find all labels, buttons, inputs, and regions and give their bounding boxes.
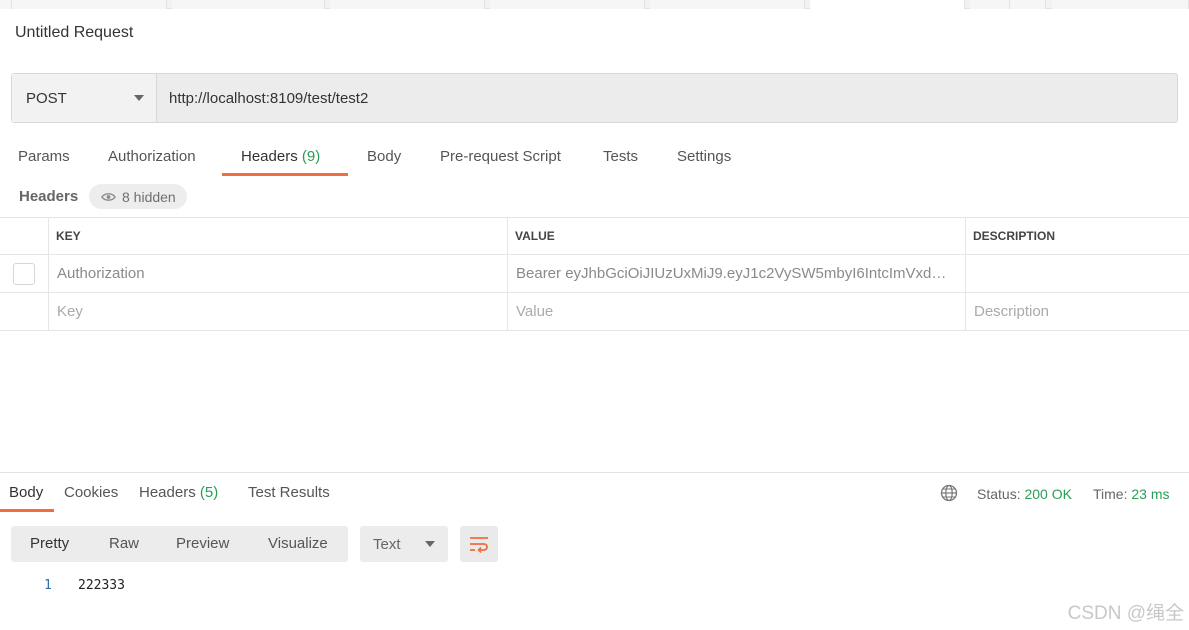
row-checkbox-cell bbox=[0, 293, 49, 330]
column-header-value: VALUE bbox=[508, 218, 966, 254]
response-tab-cookies[interactable]: Cookies bbox=[64, 484, 118, 501]
header-description-cell[interactable] bbox=[966, 255, 1189, 292]
response-divider[interactable] bbox=[0, 472, 1189, 473]
tab-label: Pre-request Script bbox=[440, 148, 561, 165]
view-raw-button[interactable]: Raw bbox=[109, 526, 139, 562]
tab-label: Tests bbox=[603, 148, 639, 165]
table-header-row: KEY VALUE DESCRIPTION bbox=[0, 217, 1189, 255]
wrap-lines-button[interactable] bbox=[460, 526, 498, 562]
tab-strip-item[interactable] bbox=[330, 0, 485, 9]
view-preview-button[interactable]: Preview bbox=[176, 526, 229, 562]
tab-count: (9) bbox=[301, 148, 321, 165]
watermark: CSDN @绳全 bbox=[1067, 603, 1184, 624]
tab-label: Test Results bbox=[248, 484, 330, 501]
format-select[interactable]: Text bbox=[360, 526, 448, 562]
row-enable-checkbox[interactable] bbox=[13, 262, 35, 285]
hidden-headers-toggle[interactable]: 8 hidden bbox=[89, 184, 187, 209]
checkbox-column-header bbox=[0, 218, 49, 254]
column-header-key: KEY bbox=[49, 218, 508, 254]
line-number: 1 bbox=[44, 578, 52, 593]
column-header-description: DESCRIPTION bbox=[973, 229, 1056, 243]
tab-label: Headers bbox=[241, 148, 298, 165]
tab-label: Body bbox=[9, 484, 44, 501]
row-checkbox-cell bbox=[0, 255, 49, 292]
hidden-count-label: 8 hidden bbox=[122, 188, 176, 205]
table-row-new: Key Value Description bbox=[0, 293, 1189, 331]
method-label: POST bbox=[26, 89, 67, 107]
headers-table: KEY VALUE DESCRIPTION Authorization Bear… bbox=[0, 217, 1189, 331]
request-tab-strip bbox=[0, 0, 1189, 10]
response-tab-body[interactable]: Body bbox=[9, 484, 43, 501]
chevron-down-icon bbox=[134, 95, 144, 101]
tab-label: Settings bbox=[677, 148, 732, 165]
url-bar: POST bbox=[11, 73, 1178, 123]
tab-strip-add[interactable] bbox=[970, 0, 1010, 9]
tab-pre-request-script[interactable]: Pre-request Script bbox=[440, 140, 561, 177]
view-pretty-button[interactable]: Pretty bbox=[30, 526, 69, 562]
method-select[interactable]: POST bbox=[12, 74, 157, 122]
tab-strip-item[interactable] bbox=[12, 0, 167, 9]
tab-params[interactable]: Params bbox=[18, 140, 70, 177]
tab-headers[interactable]: Headers (9) bbox=[241, 140, 320, 177]
new-value-input[interactable]: Value bbox=[508, 293, 966, 330]
tab-tests[interactable]: Tests bbox=[603, 140, 638, 177]
format-select-value: Text bbox=[373, 535, 401, 553]
time-label: Time: bbox=[1093, 486, 1128, 502]
tab-strip-item[interactable] bbox=[172, 0, 325, 9]
view-visualize-button[interactable]: Visualize bbox=[268, 526, 328, 562]
time-value[interactable]: 23 ms bbox=[1131, 486, 1169, 502]
tab-strip-item[interactable] bbox=[650, 0, 805, 9]
tab-authorization[interactable]: Authorization bbox=[108, 140, 196, 177]
tab-label: Cookies bbox=[64, 484, 119, 501]
header-key-cell[interactable]: Authorization bbox=[49, 255, 508, 292]
tab-label: Headers bbox=[139, 484, 196, 501]
tab-strip-item-active[interactable] bbox=[810, 0, 965, 10]
tab-label: Authorization bbox=[108, 148, 196, 165]
tab-strip-item[interactable] bbox=[0, 0, 12, 9]
header-value-text: Bearer eyJhbGciOiJIUzUxMiJ9.eyJ1c2VySW5m… bbox=[516, 265, 957, 282]
environment-selector[interactable] bbox=[1052, 0, 1189, 9]
headers-section-label: Headers bbox=[19, 188, 79, 205]
eye-icon bbox=[101, 192, 116, 201]
response-tab-headers[interactable]: Headers (5) bbox=[139, 484, 218, 501]
status-readout: Status: 200 OK bbox=[977, 486, 1072, 502]
wrap-lines-icon bbox=[470, 537, 488, 553]
tab-label: Body bbox=[367, 148, 402, 165]
request-title[interactable]: Untitled Request bbox=[15, 24, 133, 42]
url-input[interactable] bbox=[157, 74, 1177, 122]
new-description-input[interactable]: Description bbox=[966, 293, 1189, 330]
chevron-down-icon bbox=[425, 541, 435, 547]
response-tab-test-results[interactable]: Test Results bbox=[248, 484, 330, 501]
view-mode-group: Pretty Raw Preview Visualize bbox=[11, 526, 348, 562]
tab-label: Params bbox=[18, 148, 70, 165]
new-key-input[interactable]: Key bbox=[49, 293, 508, 330]
tab-settings[interactable]: Settings bbox=[677, 140, 731, 177]
status-value[interactable]: 200 OK bbox=[1024, 486, 1071, 502]
time-readout: Time: 23 ms bbox=[1093, 486, 1170, 502]
tab-body[interactable]: Body bbox=[367, 140, 401, 177]
header-value-cell[interactable]: Bearer eyJhbGciOiJIUzUxMiJ9.eyJ1c2VySW5m… bbox=[508, 255, 966, 292]
tab-strip-item[interactable] bbox=[490, 0, 645, 9]
globe-icon[interactable] bbox=[940, 484, 958, 502]
table-row: Authorization Bearer eyJhbGciOiJIUzUxMiJ… bbox=[0, 255, 1189, 293]
tab-strip-more[interactable] bbox=[1010, 0, 1046, 9]
status-label: Status: bbox=[977, 486, 1021, 502]
active-tab-indicator bbox=[222, 173, 348, 176]
active-response-tab-indicator bbox=[0, 509, 54, 512]
response-body-content[interactable]: 222333 bbox=[78, 578, 125, 593]
tab-count: (5) bbox=[199, 484, 219, 501]
